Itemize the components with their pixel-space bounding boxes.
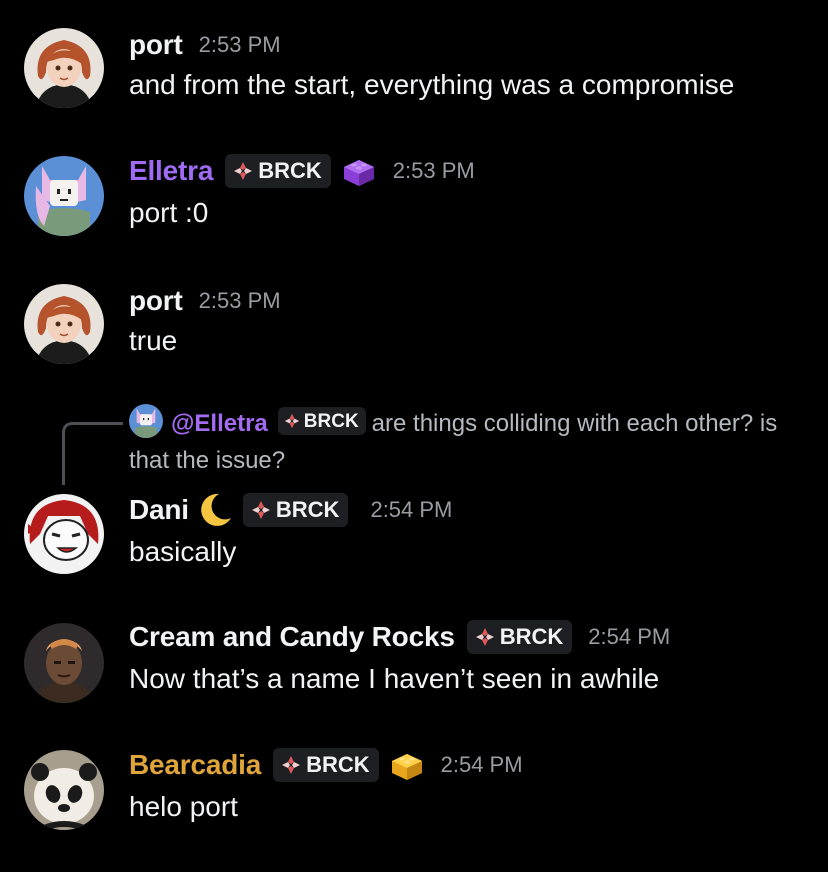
- tag-label: BRCK: [303, 410, 359, 432]
- avatar[interactable]: [24, 623, 104, 703]
- author-name[interactable]: port: [129, 29, 183, 61]
- tag-label: BRCK: [275, 497, 340, 522]
- tag-label: BRCK: [306, 752, 370, 777]
- tag-label: BRCK: [499, 624, 564, 649]
- timestamp: 2:54 PM: [588, 624, 671, 649]
- crescent-moon-icon: [201, 493, 231, 526]
- avatar[interactable]: [24, 156, 104, 236]
- message-text: basically: [129, 536, 237, 567]
- message-text: Now that’s a name I haven’t seen in awhi…: [129, 663, 660, 694]
- author-name[interactable]: port: [129, 285, 183, 317]
- panda-avatar-icon: [24, 750, 104, 830]
- diamond-badge-icon: [234, 162, 253, 180]
- avatar[interactable]: [24, 28, 104, 108]
- timestamp: 2:54 PM: [440, 752, 523, 777]
- diamond-badge-icon: [251, 501, 270, 519]
- timestamp: 2:53 PM: [198, 32, 281, 57]
- anime-girl-avatar-icon: [24, 28, 104, 108]
- diamond-badge-icon: [284, 413, 299, 429]
- server-tag[interactable]: BRCK: [466, 620, 573, 654]
- diamond-badge-icon: [282, 756, 301, 774]
- author-name[interactable]: Bearcadia: [129, 749, 261, 781]
- anime-girl-avatar-icon: [24, 284, 104, 364]
- reply-server-tag: BRCK: [277, 407, 366, 435]
- reply-mention[interactable]: @Elletra: [171, 410, 268, 437]
- pink-hair-avatar-icon: [129, 404, 163, 438]
- timestamp: 2:54 PM: [370, 497, 453, 522]
- avatar[interactable]: [24, 284, 104, 364]
- avatar[interactable]: [24, 494, 104, 574]
- timestamp: 2:53 PM: [392, 158, 475, 183]
- reply-preview[interactable]: @Elletra BRCK are things colliding with …: [129, 404, 789, 479]
- diamond-badge-icon: [475, 628, 494, 646]
- reply-connector: [62, 422, 123, 485]
- message-text: true: [129, 325, 178, 356]
- purple-brick-icon: [343, 160, 374, 186]
- timestamp: 2:53 PM: [198, 288, 281, 313]
- author-name[interactable]: Dani: [129, 494, 189, 526]
- server-tag[interactable]: BRCK: [273, 748, 379, 782]
- author-name[interactable]: Elletra: [129, 155, 213, 187]
- message-text: and from the start, everything was a com…: [129, 69, 735, 100]
- pink-hair-avatar-icon: [24, 156, 104, 236]
- avatar[interactable]: [24, 750, 104, 830]
- red-hair-character-avatar-icon: [24, 494, 104, 574]
- server-tag[interactable]: BRCK: [242, 493, 349, 527]
- message-text: helo port: [129, 791, 238, 822]
- reply-avatar: [129, 404, 163, 438]
- server-tag[interactable]: BRCK: [225, 154, 331, 188]
- tag-label: BRCK: [258, 158, 322, 183]
- yellow-brick-icon: [391, 754, 422, 780]
- message-text: port :0: [129, 197, 209, 228]
- man-portrait-avatar-icon: [24, 623, 104, 703]
- author-name[interactable]: Cream and Candy Rocks: [129, 621, 455, 653]
